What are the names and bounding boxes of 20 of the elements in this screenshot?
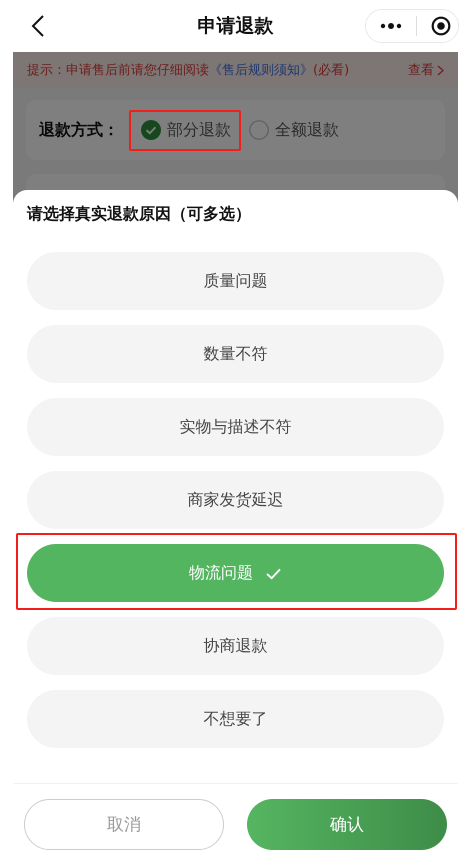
reason-option[interactable]: 商家发货延迟	[27, 471, 444, 529]
notice-text: 提示：申请售后前请您仔细阅读《售后规则须知》(必看)	[27, 62, 350, 79]
reason-option[interactable]: 物流问题	[27, 544, 444, 602]
page-title: 申请退款	[198, 14, 274, 39]
check-icon	[265, 566, 282, 580]
sheet-title: 请选择真实退款原因（可多选）	[26, 203, 252, 225]
reason-option[interactable]: 协商退款	[27, 617, 444, 675]
reason-option[interactable]: 实物与描述不符	[27, 398, 444, 456]
field-label: 退款方式：	[39, 120, 119, 140]
reason-option[interactable]: 不想要了	[27, 690, 444, 748]
refund-option[interactable]: 部分退款	[141, 120, 231, 140]
more-icon[interactable]	[380, 22, 402, 30]
refund-option[interactable]: 全额退款	[249, 120, 339, 140]
reason-option[interactable]: 数量不符	[27, 325, 444, 383]
rules-link[interactable]: 《售后规则须知》	[209, 63, 313, 78]
view-link[interactable]: 查看	[408, 61, 444, 79]
cancel-button[interactable]: 取消	[24, 798, 224, 850]
confirm-button[interactable]: 确认	[247, 798, 447, 850]
chevron-right-icon	[437, 64, 444, 76]
reason-option[interactable]: 质量问题	[27, 252, 444, 310]
